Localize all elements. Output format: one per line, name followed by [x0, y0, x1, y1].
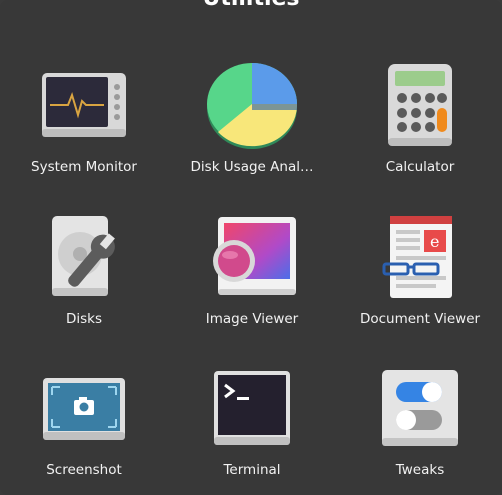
tweaks-icon	[382, 370, 458, 446]
disk-usage-analyzer-icon	[207, 63, 298, 149]
system-monitor-icon	[42, 73, 126, 137]
screenshot-icon	[43, 378, 125, 440]
disks-icon	[52, 216, 115, 296]
app-calculator[interactable]: Calculator	[336, 55, 502, 175]
app-label: Document Viewer	[359, 311, 481, 327]
calculator-icon	[388, 64, 452, 146]
app-terminal[interactable]: Terminal	[168, 358, 336, 478]
app-label: Image Viewer	[205, 311, 299, 327]
app-image-viewer[interactable]: Image Viewer	[168, 207, 336, 327]
app-label: Tweaks	[395, 462, 445, 478]
app-tweaks[interactable]: Tweaks	[336, 358, 502, 478]
app-system-monitor[interactable]: System Monitor	[0, 55, 168, 175]
app-disks[interactable]: Disks	[0, 207, 168, 327]
document-viewer-icon: e	[382, 216, 452, 298]
app-document-viewer[interactable]: e Document Viewer	[336, 207, 502, 327]
app-disk-usage-analyzer[interactable]: Disk Usage Anal…	[168, 55, 336, 175]
app-folder: Utilities System Monitor	[0, 0, 502, 495]
svg-text:e: e	[430, 232, 439, 251]
app-screenshot[interactable]: Screenshot	[0, 358, 168, 478]
image-viewer-icon	[213, 217, 296, 295]
app-label: Calculator	[385, 159, 455, 175]
app-label: Terminal	[223, 462, 281, 478]
terminal-icon	[214, 371, 290, 445]
app-label: System Monitor	[31, 159, 137, 175]
folder-title: Utilities	[0, 0, 502, 11]
app-label: Screenshot	[46, 462, 122, 478]
app-label: Disks	[65, 311, 103, 327]
app-label: Disk Usage Anal…	[190, 159, 314, 175]
